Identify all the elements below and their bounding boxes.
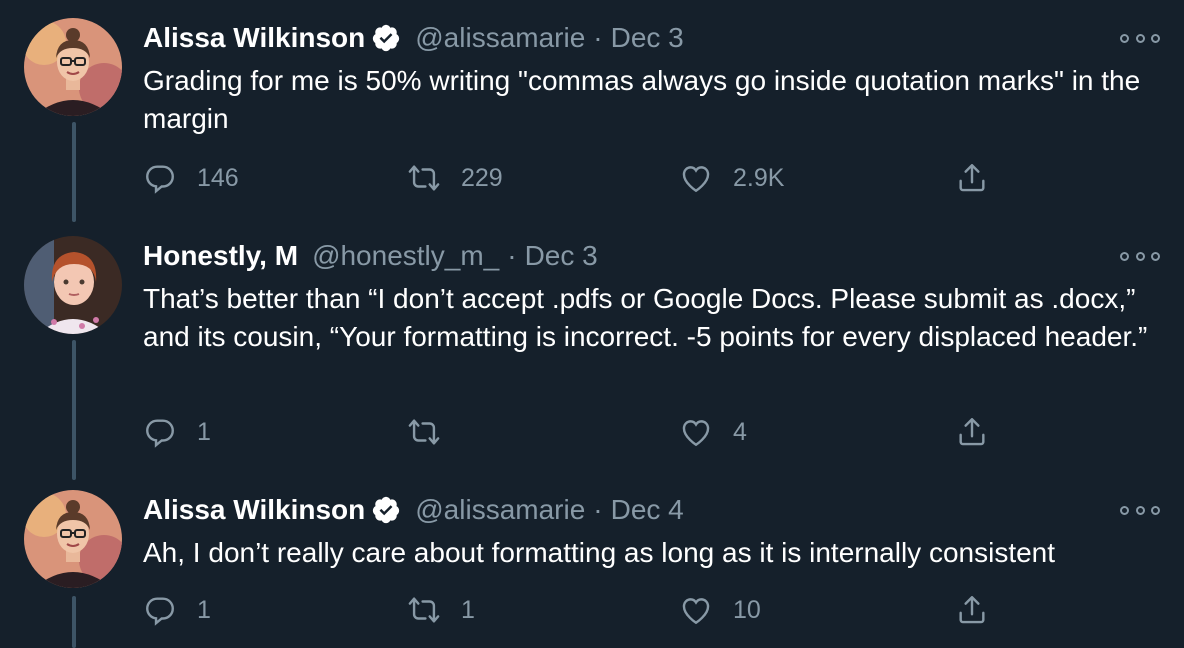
woman-glasses-avatar-icon [24,18,122,116]
separator: · [507,240,517,271]
tweet-header: Honestly, M @honestly_m_ · Dec 3 [143,238,598,274]
tweet-actions: 1 4 [143,412,1023,452]
tweet-header: Alissa Wilkinson @alissamarie · Dec 4 [143,492,684,528]
like-count: 10 [733,595,761,624]
verified-badge-icon [371,23,401,53]
like-button[interactable]: 10 [679,590,761,630]
tweet[interactable]: Alissa Wilkinson @alissamarie · Dec 4 Ah… [0,480,1184,648]
like-count: 2.9K [733,163,785,192]
retweet-button[interactable]: 229 [407,158,503,198]
reply-count: 1 [197,417,211,446]
share-button[interactable] [955,590,989,630]
more-options-icon[interactable] [1120,246,1160,266]
retweet-icon [408,419,440,445]
share-icon [959,164,985,192]
reply-button[interactable]: 146 [143,158,239,198]
more-options-icon[interactable] [1120,28,1160,48]
share-button[interactable] [955,158,989,198]
verified-badge-icon [371,495,401,525]
separator: · [593,494,603,525]
like-button[interactable]: 4 [679,412,747,452]
like-icon [682,598,710,625]
avatar[interactable] [24,236,122,334]
tweet-header: Alissa Wilkinson @alissamarie · Dec 3 [143,20,684,56]
retweet-count: 1 [461,595,475,624]
share-button[interactable] [955,412,989,452]
author-handle[interactable]: @alissamarie [415,494,585,526]
tweet-actions: 1 1 10 [143,590,1023,630]
tweet-text: That’s better than “I don’t accept .pdfs… [143,283,1148,352]
like-icon [682,166,710,193]
retweet-icon [408,597,440,623]
tweet-actions: 146 229 2.9K [143,158,1023,198]
reply-icon [146,165,174,194]
avatar[interactable] [24,18,122,116]
tweet-text: Grading for me is 50% writing "commas al… [143,65,1148,134]
tweet-text: Ah, I don’t really care about formatting… [143,537,1056,568]
share-icon [959,596,985,624]
like-button[interactable]: 2.9K [679,158,784,198]
separator: · [593,22,603,53]
author-handle[interactable]: @alissamarie [415,22,585,54]
child-photo-avatar-icon [24,236,122,334]
reply-button[interactable]: 1 [143,590,211,630]
retweet-icon [408,165,440,191]
retweet-button[interactable] [407,412,461,452]
reply-button[interactable]: 1 [143,412,211,452]
more-options-icon[interactable] [1120,500,1160,520]
tweet[interactable]: Alissa Wilkinson @alissamarie · Dec 3 Gr… [0,0,1184,220]
like-icon [682,420,710,447]
retweet-count: 229 [461,163,503,192]
tweet-date[interactable]: Dec 4 [611,494,684,526]
reply-icon [146,419,174,448]
avatar[interactable] [24,490,122,588]
tweet-date[interactable]: Dec 3 [525,240,598,272]
author-name[interactable]: Alissa Wilkinson [143,494,365,526]
tweet-date[interactable]: Dec 3 [611,22,684,54]
retweet-button[interactable]: 1 [407,590,475,630]
author-name[interactable]: Alissa Wilkinson [143,22,365,54]
reply-count: 146 [197,163,239,192]
reply-icon [146,597,174,626]
like-count: 4 [733,417,747,446]
woman-glasses-avatar-icon [24,490,122,588]
author-handle[interactable]: @honestly_m_ [312,240,499,272]
reply-count: 1 [197,595,211,624]
tweet[interactable]: Honestly, M @honestly_m_ · Dec 3 That’s … [0,220,1184,480]
share-icon [959,418,985,446]
author-name[interactable]: Honestly, M [143,240,298,272]
